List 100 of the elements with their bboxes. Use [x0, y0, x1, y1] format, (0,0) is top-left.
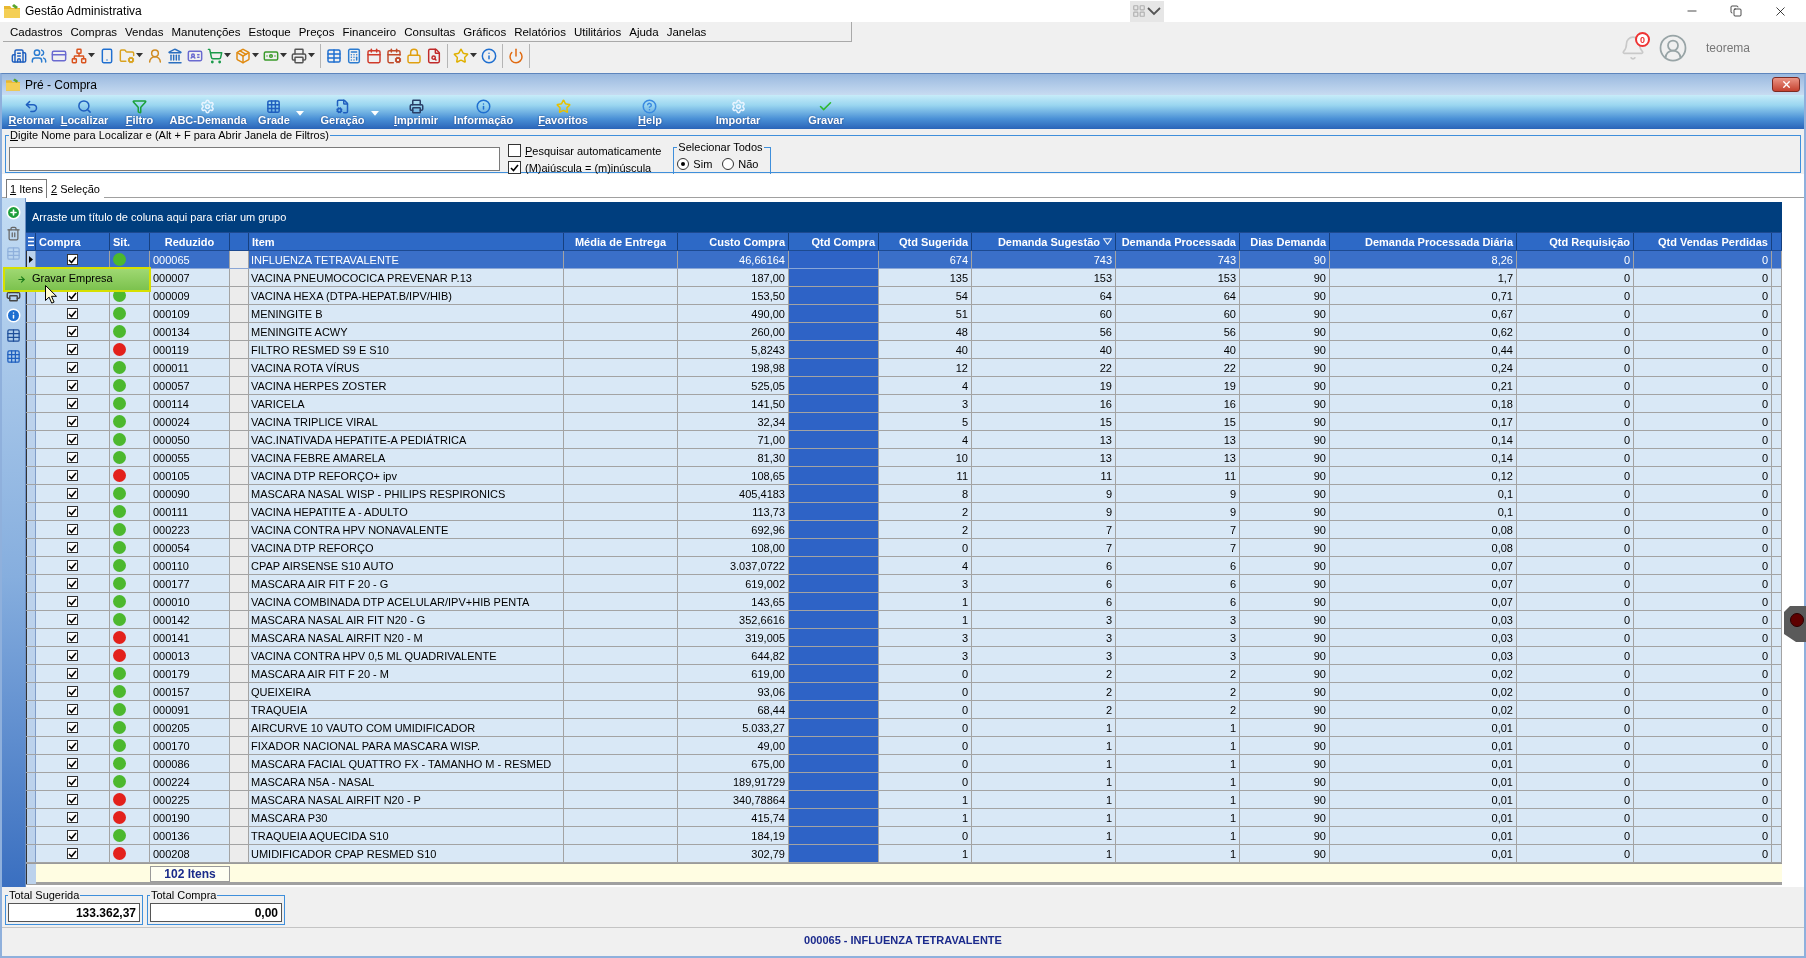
- table-cell: 0: [1517, 503, 1634, 520]
- table-cell: 0: [879, 683, 972, 700]
- table-cell: 13: [1116, 431, 1240, 448]
- table-cell: VACINA DTP REFORÇO+ ipv: [249, 467, 564, 484]
- table-cell: 40: [972, 341, 1116, 358]
- table-cell: 60: [1116, 305, 1240, 322]
- table-cell: MASCARA NASAL WISP - PHILIPS RESPIRONICS: [249, 485, 564, 502]
- table-cell: 48: [879, 323, 972, 340]
- table-cell: 1: [972, 773, 1116, 790]
- table-cell: 0: [1634, 791, 1772, 808]
- table-cell: 0: [1634, 305, 1772, 322]
- table-cell: 0: [1634, 719, 1772, 736]
- table-cell: 0: [1634, 287, 1772, 304]
- table-cell: 1,7: [1330, 269, 1517, 286]
- table-cell: 13: [1116, 449, 1240, 466]
- table-cell: 16: [972, 395, 1116, 412]
- table-cell: 0: [1517, 755, 1634, 772]
- table-cell: 0: [1517, 629, 1634, 646]
- table-cell: 2: [879, 503, 972, 520]
- table-cell: 0,21: [1330, 377, 1517, 394]
- table-cell: VACINA ROTA VÍRUS: [249, 359, 564, 376]
- table-cell: 0: [1517, 485, 1634, 502]
- table-cell: 0,1: [1330, 503, 1517, 520]
- table-cell: 0: [1634, 377, 1772, 394]
- table-cell: 0: [1517, 395, 1634, 412]
- table-cell: 0: [1634, 755, 1772, 772]
- table-cell: 0,12: [1330, 467, 1517, 484]
- table-cell: 0: [879, 773, 972, 790]
- table-cell: MASCARA P30: [249, 809, 564, 826]
- table-cell: 0,08: [1330, 539, 1517, 556]
- table-cell: VARICELA: [249, 395, 564, 412]
- table-cell: 90: [1240, 449, 1330, 466]
- table-cell: 0: [879, 539, 972, 556]
- table-cell: 3: [879, 575, 972, 592]
- table-cell: 0: [1634, 467, 1772, 484]
- table-cell: 0: [1517, 845, 1634, 862]
- table-cell: AIRCURVE 10 VAUTO COM UMIDIFICADOR: [249, 719, 564, 736]
- table-cell: 90: [1240, 485, 1330, 502]
- table-cell: 0: [1517, 791, 1634, 808]
- table-cell: 90: [1240, 413, 1330, 430]
- table-cell: 1: [972, 719, 1116, 736]
- table-cell: 743: [972, 251, 1116, 268]
- notification-badge: 0: [1634, 32, 1650, 47]
- table-cell: 0: [1634, 683, 1772, 700]
- table-cell: 9: [972, 485, 1116, 502]
- table-cell: 1: [879, 611, 972, 628]
- table-cell: 4: [879, 557, 972, 574]
- table-cell: 0: [1517, 359, 1634, 376]
- table-cell: 8,26: [1330, 251, 1517, 268]
- table-cell: 135: [879, 269, 972, 286]
- table-cell: 0: [1634, 521, 1772, 538]
- table-cell: 0,01: [1330, 845, 1517, 862]
- table-cell: VACINA CONTRA HPV NONAVALENTE: [249, 521, 564, 538]
- table-cell: 1: [1116, 791, 1240, 808]
- table-cell: 0,44: [1330, 341, 1517, 358]
- table-cell: 1: [1116, 827, 1240, 844]
- table-cell: 6: [972, 557, 1116, 574]
- table-cell: 0: [1634, 827, 1772, 844]
- table-cell: 90: [1240, 539, 1330, 556]
- table-cell: 0,03: [1330, 611, 1517, 628]
- table-cell: 0: [1517, 557, 1634, 574]
- table-cell: 90: [1240, 791, 1330, 808]
- table-cell: 60: [972, 305, 1116, 322]
- table-cell: VACINA PNEUMOCOCICA PREVENAR P.13: [249, 269, 564, 286]
- table-cell: 0: [1517, 431, 1634, 448]
- table-cell: 22: [1116, 359, 1240, 376]
- group-hint: Arraste um título de coluna aqui para criar um grupo: [32, 211, 287, 223]
- table-cell: INFLUENZA TETRAVALENTE: [249, 251, 564, 268]
- table-cell: 0,01: [1330, 827, 1517, 844]
- table-cell: 0,03: [1330, 647, 1517, 664]
- total-label: Total Sugerida: [8, 889, 81, 901]
- table-cell: TRAQUEIA AQUECIDA S10: [249, 827, 564, 844]
- table-cell: 0: [1517, 683, 1634, 700]
- table-cell: 0,01: [1330, 809, 1517, 826]
- table-cell: VACINA HERPES ZOSTER: [249, 377, 564, 394]
- table-cell: 0: [1634, 701, 1772, 718]
- table-cell: 4: [879, 377, 972, 394]
- table-cell: 0: [1634, 737, 1772, 754]
- table-cell: 1: [972, 845, 1116, 862]
- table-cell: 0: [1634, 251, 1772, 268]
- user-name: teorema: [1705, 41, 1750, 55]
- table-cell: 0,01: [1330, 755, 1517, 772]
- table-cell: 0: [1517, 809, 1634, 826]
- table-cell: 2: [879, 521, 972, 538]
- table-cell: 90: [1240, 647, 1330, 664]
- table-cell: 90: [1240, 431, 1330, 448]
- table-cell: 743: [1116, 251, 1240, 268]
- table-cell: 0: [1634, 341, 1772, 358]
- table-cell: 11: [879, 467, 972, 484]
- table-cell: 0,1: [1330, 485, 1517, 502]
- table-cell: 90: [1240, 395, 1330, 412]
- table-cell: 1: [1116, 719, 1240, 736]
- search-label: Digite Nome para Localizar e (Alt + F para Abrir Janela de Filtros): [9, 129, 330, 141]
- table-cell: 0: [1634, 539, 1772, 556]
- window-title: Gestão Administrativa: [25, 4, 142, 18]
- table-cell: 0,71: [1330, 287, 1517, 304]
- table-cell: 6: [1116, 575, 1240, 592]
- checkbox-label: (M)aiúscula = (m)inúscula: [525, 161, 652, 174]
- table-cell: 90: [1240, 305, 1330, 322]
- table-cell: VACINA HEXA (DTPA-HEPAT.B/IPV/HIB): [249, 287, 564, 304]
